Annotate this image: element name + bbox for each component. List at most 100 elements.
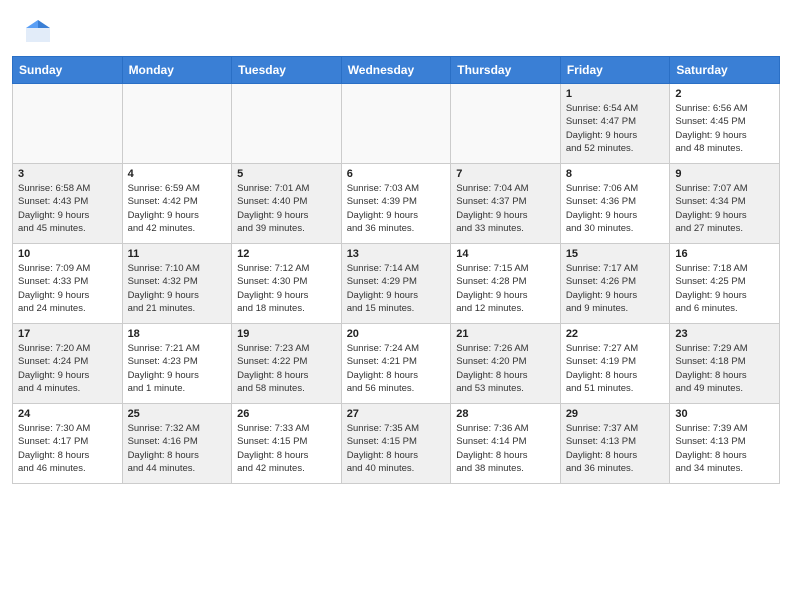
calendar-cell: 8 Sunrise: 7:06 AM Sunset: 4:36 PM Daylig… xyxy=(560,164,670,244)
calendar-cell: 26 Sunrise: 7:33 AM Sunset: 4:15 PM Dayli… xyxy=(232,404,342,484)
day-info: Sunrise: 7:07 AM Sunset: 4:34 PM Dayligh… xyxy=(675,182,774,235)
calendar-cell: 14 Sunrise: 7:15 AM Sunset: 4:28 PM Dayli… xyxy=(451,244,561,324)
day-number: 10 xyxy=(18,248,117,260)
day-info: Sunrise: 7:18 AM Sunset: 4:25 PM Dayligh… xyxy=(675,262,774,315)
calendar-cell: 17 Sunrise: 7:20 AM Sunset: 4:24 PM Dayli… xyxy=(13,324,123,404)
calendar-cell: 29 Sunrise: 7:37 AM Sunset: 4:13 PM Dayli… xyxy=(560,404,670,484)
calendar-week-5: 24 Sunrise: 7:30 AM Sunset: 4:17 PM Dayli… xyxy=(13,404,780,484)
page-header xyxy=(0,0,792,56)
calendar-cell: 21 Sunrise: 7:26 AM Sunset: 4:20 PM Dayli… xyxy=(451,324,561,404)
day-info: Sunrise: 7:27 AM Sunset: 4:19 PM Dayligh… xyxy=(566,342,665,395)
day-info: Sunrise: 7:14 AM Sunset: 4:29 PM Dayligh… xyxy=(347,262,446,315)
calendar-cell: 22Sunrise: 7:27 AM Sunset: 4:19 PM Dayli… xyxy=(560,324,670,404)
calendar-week-1: 1 Sunrise: 6:54 AM Sunset: 4:47 PM Daylig… xyxy=(13,84,780,164)
day-number: 24 xyxy=(18,408,117,420)
calendar-cell: 18 Sunrise: 7:21 AM Sunset: 4:23 PM Dayli… xyxy=(122,324,232,404)
day-info: Sunrise: 7:09 AM Sunset: 4:33 PM Dayligh… xyxy=(18,262,117,315)
day-number: 1 xyxy=(566,88,665,100)
day-number: 17 xyxy=(18,328,117,340)
calendar-cell: 5 Sunrise: 7:01 AM Sunset: 4:40 PM Daylig… xyxy=(232,164,342,244)
day-info: Sunrise: 7:30 AM Sunset: 4:17 PM Dayligh… xyxy=(18,422,117,475)
day-info: Sunrise: 7:23 AM Sunset: 4:22 PM Dayligh… xyxy=(237,342,336,395)
day-info: Sunrise: 7:35 AM Sunset: 4:15 PM Dayligh… xyxy=(347,422,446,475)
day-number: 29 xyxy=(566,408,665,420)
day-info: Sunrise: 7:01 AM Sunset: 4:40 PM Dayligh… xyxy=(237,182,336,235)
calendar-table: SundayMondayTuesdayWednesdayThursdayFrid… xyxy=(12,56,780,484)
day-number: 14 xyxy=(456,248,555,260)
day-number: 2 xyxy=(675,88,774,100)
calendar-cell: 24 Sunrise: 7:30 AM Sunset: 4:17 PM Dayli… xyxy=(13,404,123,484)
calendar-body: 1 Sunrise: 6:54 AM Sunset: 4:47 PM Daylig… xyxy=(13,84,780,484)
day-info: Sunrise: 6:54 AM Sunset: 4:47 PM Dayligh… xyxy=(566,102,665,155)
calendar-header: SundayMondayTuesdayWednesdayThursdayFrid… xyxy=(13,57,780,84)
day-info: Sunrise: 7:33 AM Sunset: 4:15 PM Dayligh… xyxy=(237,422,336,475)
calendar-cell: 23 Sunrise: 7:29 AM Sunset: 4:18 PM Dayli… xyxy=(670,324,780,404)
day-number: 7 xyxy=(456,168,555,180)
day-number: 16 xyxy=(675,248,774,260)
day-info: Sunrise: 7:17 AM Sunset: 4:26 PM Dayligh… xyxy=(566,262,665,315)
calendar-cell: 20 Sunrise: 7:24 AM Sunset: 4:21 PM Dayli… xyxy=(341,324,451,404)
calendar-cell: 27 Sunrise: 7:35 AM Sunset: 4:15 PM Dayli… xyxy=(341,404,451,484)
day-number: 26 xyxy=(237,408,336,420)
weekday-header-thursday: Thursday xyxy=(451,57,561,84)
day-number: 15 xyxy=(566,248,665,260)
day-number: 25 xyxy=(128,408,227,420)
calendar-cell: 9Sunrise: 7:07 AM Sunset: 4:34 PM Daylig… xyxy=(670,164,780,244)
day-number: 8 xyxy=(566,168,665,180)
weekday-header-friday: Friday xyxy=(560,57,670,84)
logo-icon xyxy=(24,18,52,46)
calendar-cell: 15 Sunrise: 7:17 AM Sunset: 4:26 PM Dayli… xyxy=(560,244,670,324)
calendar-cell: 6 Sunrise: 7:03 AM Sunset: 4:39 PM Daylig… xyxy=(341,164,451,244)
calendar-cell xyxy=(341,84,451,164)
calendar-cell: 12 Sunrise: 7:12 AM Sunset: 4:30 PM Dayli… xyxy=(232,244,342,324)
day-number: 27 xyxy=(347,408,446,420)
calendar-cell: 16 Sunrise: 7:18 AM Sunset: 4:25 PM Dayli… xyxy=(670,244,780,324)
day-info: Sunrise: 7:24 AM Sunset: 4:21 PM Dayligh… xyxy=(347,342,446,395)
calendar-cell xyxy=(122,84,232,164)
day-number: 19 xyxy=(237,328,336,340)
day-info: Sunrise: 7:39 AM Sunset: 4:13 PM Dayligh… xyxy=(675,422,774,475)
calendar-cell: 13Sunrise: 7:14 AM Sunset: 4:29 PM Dayli… xyxy=(341,244,451,324)
calendar-cell xyxy=(232,84,342,164)
day-info: Sunrise: 7:06 AM Sunset: 4:36 PM Dayligh… xyxy=(566,182,665,235)
calendar-cell: 10 Sunrise: 7:09 AM Sunset: 4:33 PM Dayli… xyxy=(13,244,123,324)
calendar-week-4: 17 Sunrise: 7:20 AM Sunset: 4:24 PM Dayli… xyxy=(13,324,780,404)
calendar-cell: 28 Sunrise: 7:36 AM Sunset: 4:14 PM Dayli… xyxy=(451,404,561,484)
calendar-cell: 7Sunrise: 7:04 AM Sunset: 4:37 PM Daylig… xyxy=(451,164,561,244)
calendar-week-3: 10 Sunrise: 7:09 AM Sunset: 4:33 PM Dayli… xyxy=(13,244,780,324)
logo xyxy=(24,18,58,46)
day-number: 23 xyxy=(675,328,774,340)
weekday-header-wednesday: Wednesday xyxy=(341,57,451,84)
calendar-week-2: 3 Sunrise: 6:58 AM Sunset: 4:43 PM Daylig… xyxy=(13,164,780,244)
calendar-cell: 19 Sunrise: 7:23 AM Sunset: 4:22 PM Dayli… xyxy=(232,324,342,404)
day-info: Sunrise: 7:15 AM Sunset: 4:28 PM Dayligh… xyxy=(456,262,555,315)
day-number: 18 xyxy=(128,328,227,340)
day-number: 21 xyxy=(456,328,555,340)
calendar-wrapper: SundayMondayTuesdayWednesdayThursdayFrid… xyxy=(0,56,792,496)
calendar-cell: 2 Sunrise: 6:56 AM Sunset: 4:45 PM Daylig… xyxy=(670,84,780,164)
weekday-header-monday: Monday xyxy=(122,57,232,84)
day-number: 12 xyxy=(237,248,336,260)
day-info: Sunrise: 7:21 AM Sunset: 4:23 PM Dayligh… xyxy=(128,342,227,395)
day-info: Sunrise: 7:12 AM Sunset: 4:30 PM Dayligh… xyxy=(237,262,336,315)
day-number: 20 xyxy=(347,328,446,340)
day-info: Sunrise: 6:58 AM Sunset: 4:43 PM Dayligh… xyxy=(18,182,117,235)
day-info: Sunrise: 6:59 AM Sunset: 4:42 PM Dayligh… xyxy=(128,182,227,235)
day-number: 3 xyxy=(18,168,117,180)
day-info: Sunrise: 7:36 AM Sunset: 4:14 PM Dayligh… xyxy=(456,422,555,475)
day-info: Sunrise: 7:32 AM Sunset: 4:16 PM Dayligh… xyxy=(128,422,227,475)
day-number: 11 xyxy=(128,248,227,260)
day-info: Sunrise: 7:10 AM Sunset: 4:32 PM Dayligh… xyxy=(128,262,227,315)
day-info: Sunrise: 7:26 AM Sunset: 4:20 PM Dayligh… xyxy=(456,342,555,395)
calendar-cell xyxy=(13,84,123,164)
day-number: 28 xyxy=(456,408,555,420)
day-info: Sunrise: 7:20 AM Sunset: 4:24 PM Dayligh… xyxy=(18,342,117,395)
day-info: Sunrise: 7:29 AM Sunset: 4:18 PM Dayligh… xyxy=(675,342,774,395)
day-info: Sunrise: 6:56 AM Sunset: 4:45 PM Dayligh… xyxy=(675,102,774,155)
day-info: Sunrise: 7:03 AM Sunset: 4:39 PM Dayligh… xyxy=(347,182,446,235)
day-number: 5 xyxy=(237,168,336,180)
day-number: 6 xyxy=(347,168,446,180)
calendar-cell: 1 Sunrise: 6:54 AM Sunset: 4:47 PM Daylig… xyxy=(560,84,670,164)
weekday-header-saturday: Saturday xyxy=(670,57,780,84)
day-info: Sunrise: 7:37 AM Sunset: 4:13 PM Dayligh… xyxy=(566,422,665,475)
